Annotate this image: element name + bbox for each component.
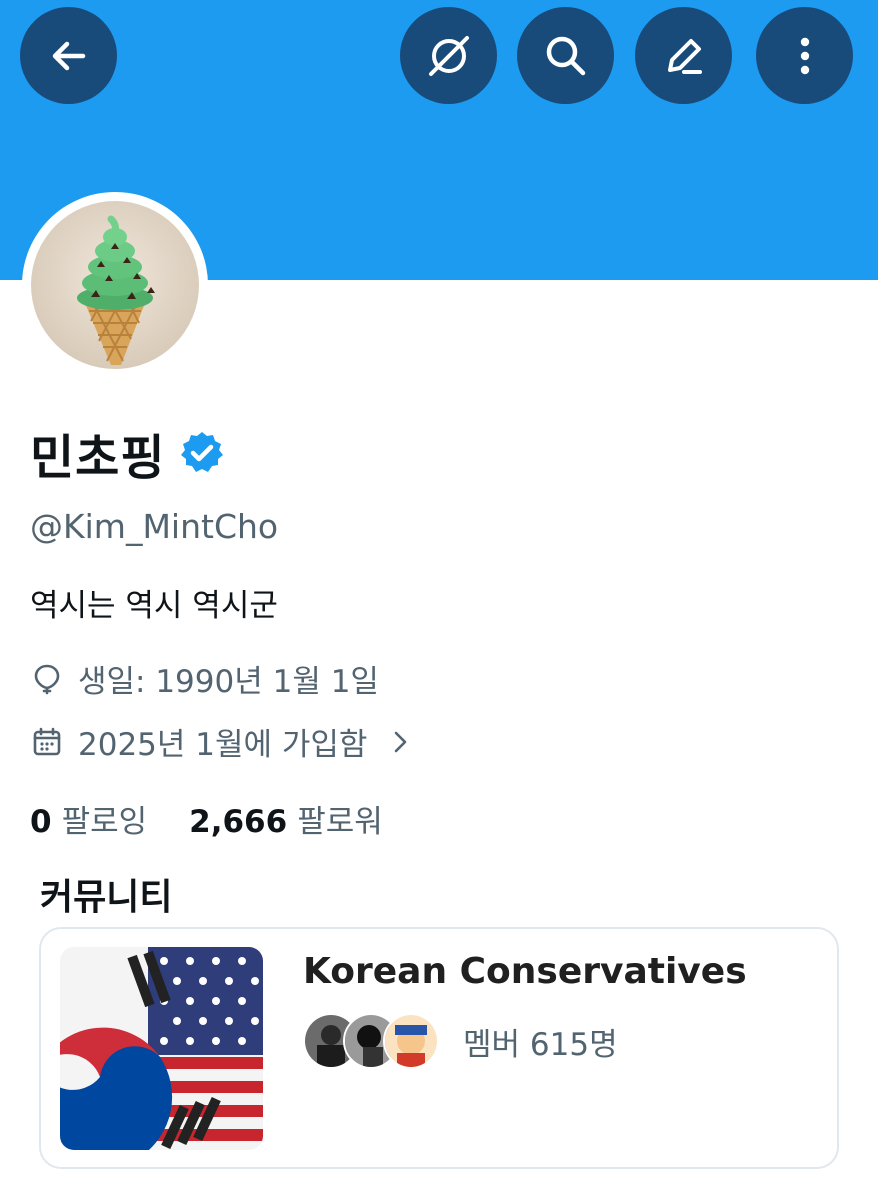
mint-chocolate-ice-cream-avatar bbox=[31, 201, 199, 369]
more-vertical-icon bbox=[800, 37, 809, 74]
follow-stats: 0 팔로잉 2,666 팔로워 bbox=[30, 796, 383, 841]
search-icon bbox=[546, 36, 585, 75]
member-avatar bbox=[383, 1013, 439, 1069]
following-label[interactable]: 팔로잉 bbox=[62, 796, 148, 841]
edit-icon bbox=[667, 38, 702, 74]
avatar[interactable] bbox=[22, 192, 208, 378]
profile-name: 민초핑 bbox=[30, 430, 166, 486]
search-button[interactable] bbox=[517, 7, 614, 104]
calendar-icon bbox=[33, 727, 61, 755]
community-name[interactable]: Korean Conservatives bbox=[303, 951, 747, 992]
birthday-row: 생일: 1990년 1월 1일 bbox=[30, 656, 379, 701]
birthday-text: 생일: 1990년 1월 1일 bbox=[78, 664, 379, 700]
community-heading: 커뮤니티 bbox=[40, 877, 173, 918]
joined-row[interactable]: 2025년 1월에 가입함 bbox=[30, 719, 413, 764]
community-members-row: 멤버 615명 bbox=[303, 1013, 618, 1069]
followers-label[interactable]: 팔로워 bbox=[297, 796, 383, 841]
community-member-count: 멤버 615명 bbox=[463, 1026, 618, 1063]
korea-usa-flag-image bbox=[60, 947, 263, 1150]
back-button[interactable] bbox=[20, 7, 117, 104]
following-count[interactable]: 0 bbox=[30, 804, 52, 840]
avatar-image bbox=[31, 201, 199, 369]
profile-bio: 역시는 역시 역시군 bbox=[30, 588, 278, 624]
translate-button[interactable] bbox=[400, 7, 497, 104]
profile-name-row: 민초핑 bbox=[30, 418, 225, 488]
chevron-right-icon bbox=[395, 731, 407, 752]
followers-count[interactable]: 2,666 bbox=[189, 804, 287, 840]
edit-button[interactable] bbox=[635, 7, 732, 104]
community-card[interactable]: Korean Conservatives 멤버 615명 bbox=[39, 927, 839, 1169]
balloon-icon bbox=[34, 664, 60, 694]
translate-icon bbox=[428, 35, 469, 76]
verified-badge-icon[interactable] bbox=[179, 430, 225, 476]
more-button[interactable] bbox=[756, 7, 853, 104]
arrow-left-icon bbox=[52, 41, 85, 70]
community-thumbnail bbox=[60, 947, 263, 1150]
profile-handle: @Kim_MintCho bbox=[30, 507, 279, 546]
joined-text: 2025년 1월에 가입함 bbox=[78, 727, 368, 763]
